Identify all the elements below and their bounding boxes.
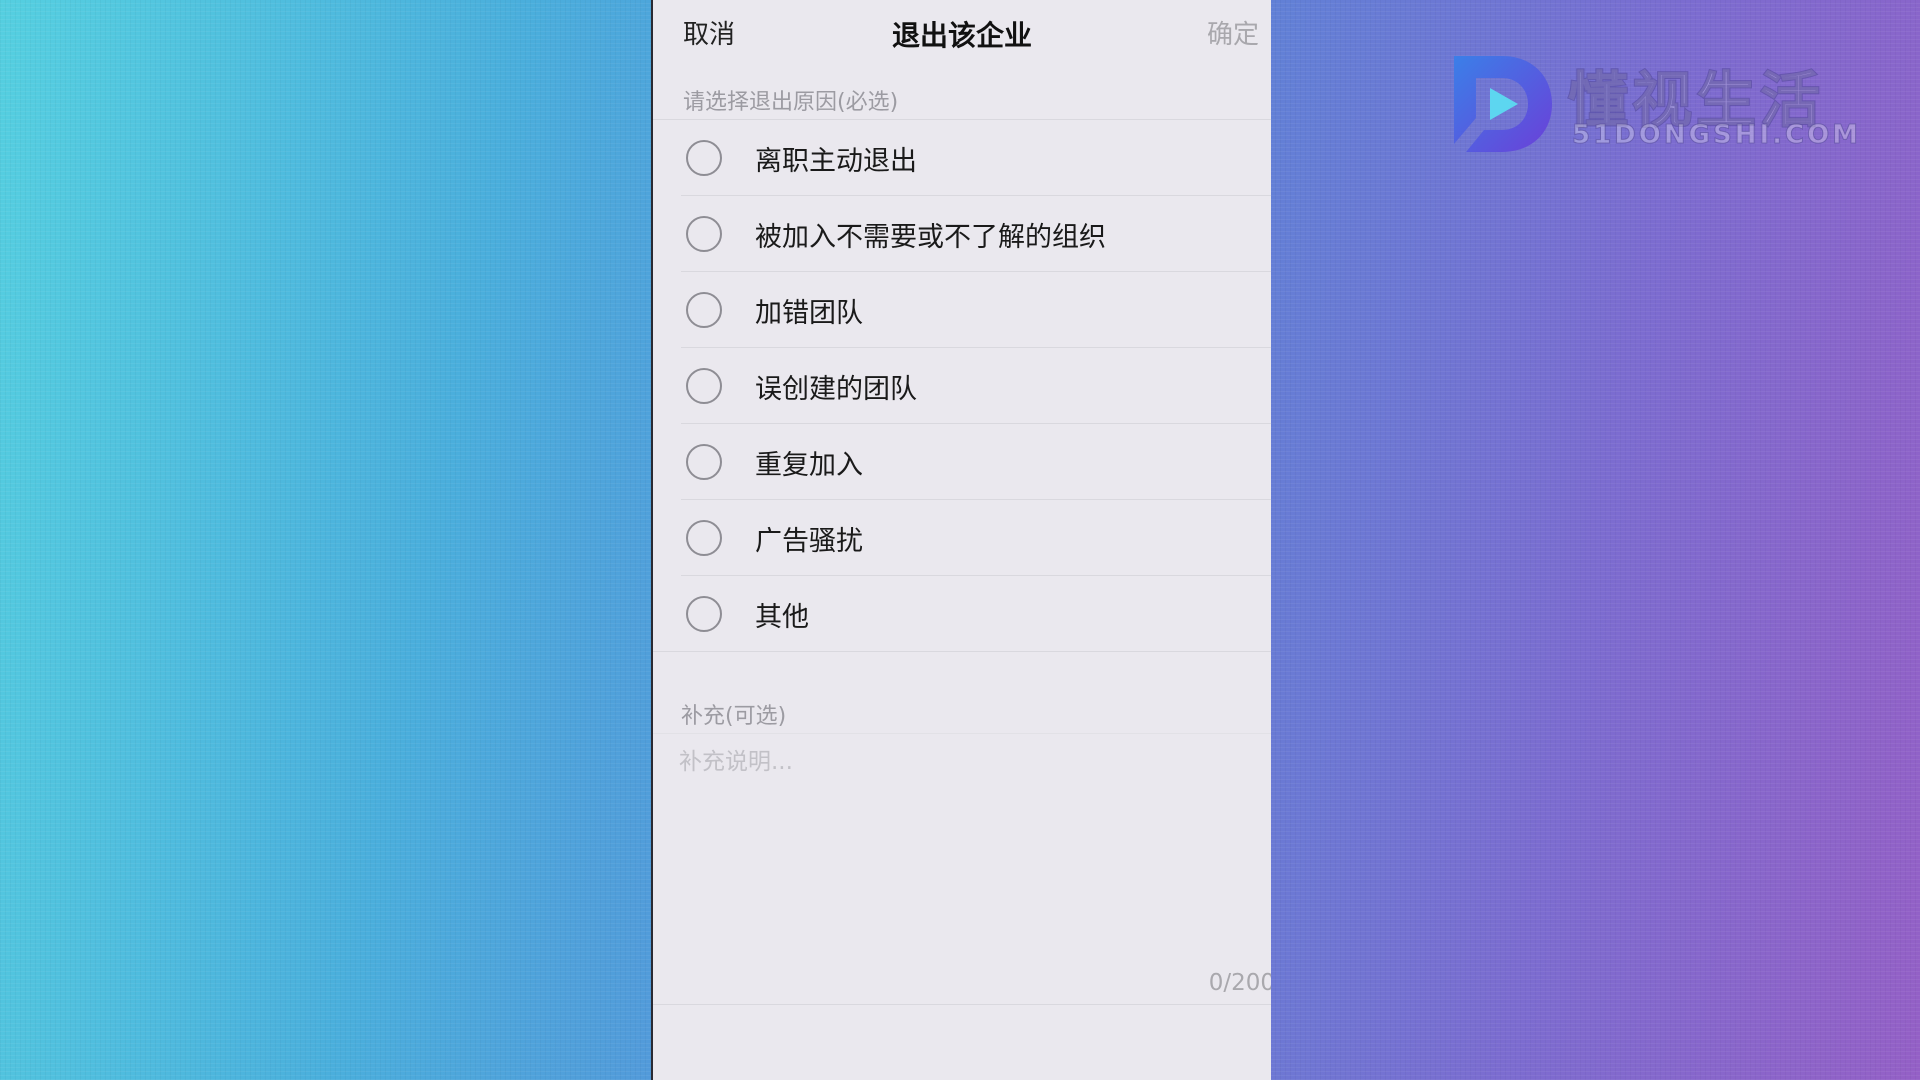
reason-option-duplicate-join[interactable]: 重复加入 (653, 424, 1271, 500)
reason-option-resigned[interactable]: 离职主动退出 (653, 120, 1271, 196)
char-counter: 0/200 (1208, 970, 1271, 996)
reason-option-spam[interactable]: 广告骚扰 (653, 500, 1271, 576)
reason-option-wrong-team[interactable]: 加错团队 (653, 272, 1271, 348)
radio-icon[interactable] (686, 140, 722, 176)
reason-list: 离职主动退出 被加入不需要或不了解的组织 加错团队 误创建的团队 重复加入 广告… (653, 120, 1271, 652)
watermark-subtitle: 51DONGSHI.COM (1571, 120, 1862, 151)
radio-icon[interactable] (686, 292, 722, 328)
reason-option-other[interactable]: 其他 (653, 576, 1271, 652)
radio-icon[interactable] (686, 216, 722, 252)
reason-label: 离职主动退出 (755, 145, 917, 177)
page-title: 退出该企业 (891, 19, 1032, 52)
supplement-input[interactable] (679, 742, 1239, 922)
reason-section-header: 请选择退出原因(必选) (653, 66, 1271, 120)
confirm-button[interactable]: 确定 (1207, 14, 1259, 51)
reason-label: 其他 (755, 601, 809, 633)
supplement-area: 0/200 (653, 734, 1271, 1005)
reason-label: 误创建的团队 (755, 373, 917, 405)
reason-option-unwanted-org[interactable]: 被加入不需要或不了解的组织 (653, 196, 1271, 272)
watermark-logo: 懂视生活 51DONGSHI.COM (1446, 48, 1859, 160)
reason-label: 被加入不需要或不了解的组织 (755, 221, 1106, 253)
reason-label: 重复加入 (755, 449, 863, 481)
background: 取消 退出该企业 确定 请选择退出原因(必选) 离职主动退出 被加入不需要或不了… (0, 0, 1920, 1080)
radio-icon[interactable] (686, 596, 722, 632)
radio-icon[interactable] (686, 444, 722, 480)
nav-bar: 取消 退出该企业 确定 (653, 0, 1271, 66)
reason-label: 加错团队 (755, 297, 863, 329)
reason-option-created-by-mistake[interactable]: 误创建的团队 (653, 348, 1271, 424)
radio-icon[interactable] (686, 520, 722, 556)
play-logo-icon (1454, 56, 1552, 152)
radio-icon[interactable] (686, 368, 722, 404)
reason-label: 广告骚扰 (755, 525, 863, 557)
exit-enterprise-sheet: 取消 退出该企业 确定 请选择退出原因(必选) 离职主动退出 被加入不需要或不了… (651, 0, 1271, 1080)
supplement-section-header: 补充(可选) (653, 698, 1271, 734)
